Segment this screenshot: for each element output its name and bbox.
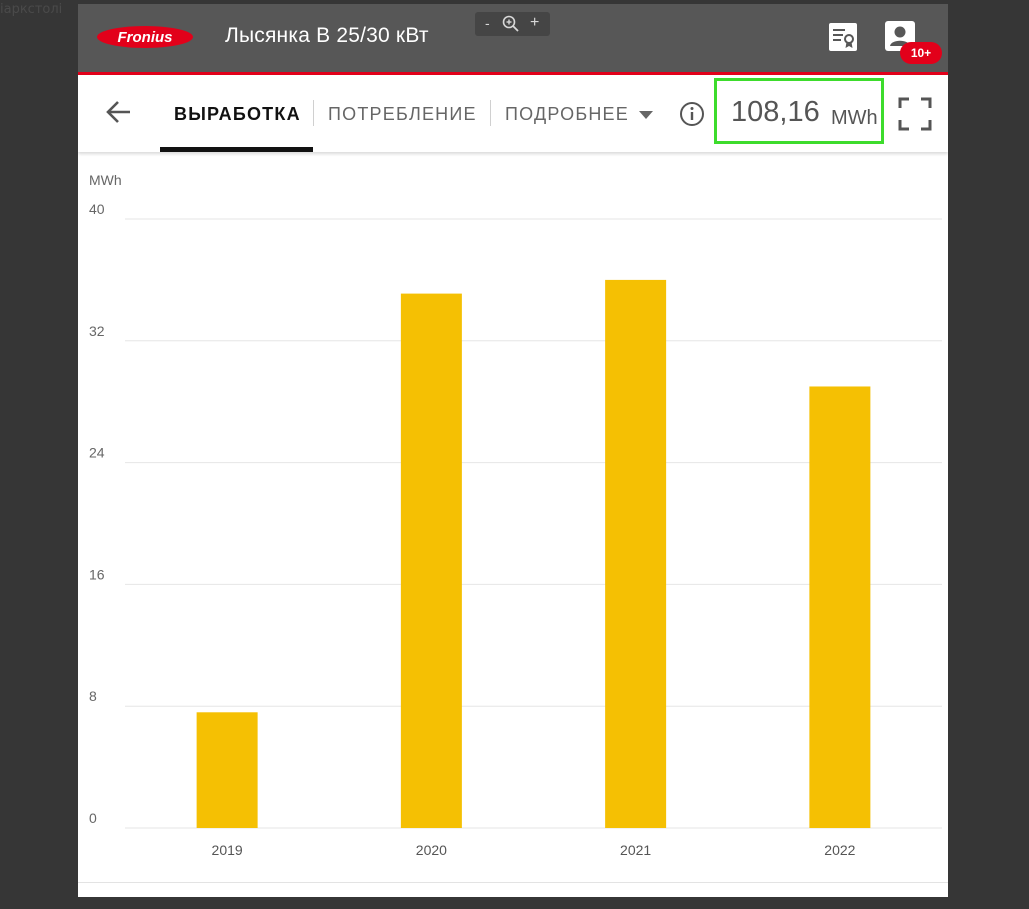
bar-2020 — [400, 293, 462, 828]
divider — [78, 882, 948, 883]
logo-text: Fronius — [118, 29, 173, 46]
nav-bar: ВЫРАБОТКА ПОТРЕБЛЕНИЕ ПОДРОБНЕЕ 108,16 M… — [78, 75, 948, 152]
production-chart: MWh 0 8 16 24 32 40 2019 2020 2021 2022 — [78, 152, 948, 887]
arrow-left-icon[interactable] — [104, 97, 134, 127]
bar-2022 — [809, 386, 871, 828]
zoom-in-button[interactable]: + — [530, 14, 539, 32]
tab-production[interactable]: ВЫРАБОТКА — [174, 104, 301, 125]
bar-2019 — [196, 712, 258, 828]
zoom-out-button[interactable]: - — [485, 15, 490, 31]
y-axis-unit-label: MWh — [89, 172, 122, 188]
bar-chart: MWh 0 8 16 24 32 40 2019 2020 2021 2022 — [89, 172, 942, 858]
x-tick-label: 2022 — [824, 842, 855, 858]
report-certificate-icon[interactable] — [827, 21, 859, 53]
y-tick-label: 8 — [89, 688, 97, 704]
y-tick-label: 40 — [89, 201, 105, 217]
top-bar: Fronius Лысянка В 25/30 кВт - + 10+ — [78, 4, 948, 75]
y-tick-label: 0 — [89, 810, 97, 826]
y-tick-label: 24 — [89, 445, 105, 461]
tab-divider — [313, 100, 314, 126]
total-energy-box: 108,16 MWh — [714, 78, 884, 144]
x-tick-label: 2021 — [620, 842, 651, 858]
fronius-logo-icon[interactable]: Fronius — [96, 25, 194, 49]
app-window: Fronius Лысянка В 25/30 кВт - + 10+ ВЫРА… — [78, 4, 948, 897]
y-tick-label: 32 — [89, 323, 105, 339]
fullscreen-icon[interactable] — [898, 97, 932, 131]
total-energy-unit: MWh — [831, 107, 878, 129]
background-text: іаркстолі — [0, 2, 63, 17]
tab-more[interactable]: ПОДРОБНЕЕ — [505, 104, 629, 125]
total-energy-value: 108,16 — [731, 96, 820, 128]
zoom-control: - + — [475, 12, 550, 36]
tab-divider — [490, 100, 491, 126]
x-tick-label: 2019 — [212, 842, 243, 858]
x-tick-label: 2020 — [416, 842, 447, 858]
info-icon[interactable] — [679, 101, 705, 127]
y-tick-label: 16 — [89, 566, 105, 582]
zoom-in-icon[interactable] — [502, 15, 520, 33]
page-title: Лысянка В 25/30 кВт — [225, 24, 429, 47]
caret-down-icon[interactable] — [639, 111, 653, 119]
tab-consumption[interactable]: ПОТРЕБЛЕНИЕ — [328, 104, 477, 125]
notification-badge[interactable]: 10+ — [900, 42, 942, 64]
bar-2021 — [605, 279, 667, 828]
